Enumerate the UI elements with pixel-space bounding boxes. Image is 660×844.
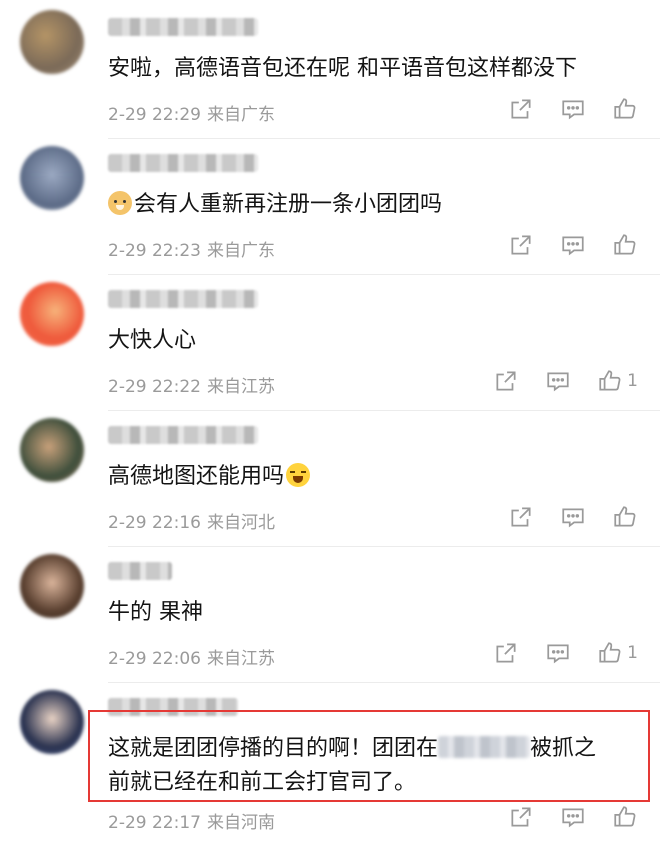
comment-text: 高德地图还能用吗 (108, 460, 640, 494)
comment-item: 会有人重新再注册一条小团团吗 2-29 22:23 来自广东 (0, 136, 660, 272)
comment-date: 2-29 22:16 (108, 513, 201, 533)
comment-text-body: 会有人重新再注册一条小团团吗 (134, 192, 443, 217)
avatar[interactable] (20, 418, 84, 482)
comment-text: 会有人重新再注册一条小团团吗 (108, 188, 640, 222)
comment-icon (547, 372, 569, 392)
comment-meta: 2-29 22:06 来自江苏 (108, 644, 275, 669)
share-icon (496, 643, 516, 663)
username-blurred[interactable] (108, 426, 258, 444)
like-icon (614, 234, 636, 255)
comment-actions: 1 (493, 368, 638, 394)
comment-date: 2-29 22:23 (108, 241, 201, 261)
like-count: 1 (627, 643, 638, 663)
share-icon (496, 371, 516, 391)
username-blurred[interactable] (108, 18, 258, 36)
share-button[interactable] (493, 640, 519, 666)
comment-item: 牛的 果神 2-29 22:06 来自江苏 1 (0, 544, 660, 680)
comment-button[interactable] (560, 804, 586, 830)
share-button[interactable] (508, 232, 534, 258)
comment-text: 大快人心 (108, 328, 197, 353)
comment-icon (562, 236, 584, 256)
username-blurred[interactable] (108, 562, 172, 580)
comment-location: 来自河南 (206, 813, 275, 833)
like-icon (614, 98, 636, 119)
like-button[interactable] (612, 232, 638, 258)
comment-button[interactable] (560, 232, 586, 258)
comment-text-body: 高德地图还能用吗 (108, 464, 285, 489)
like-icon (614, 806, 636, 827)
share-icon (511, 507, 531, 527)
comment-actions (508, 804, 638, 830)
comment-text: 安啦，高德语音包还在呢 和平语音包这样都没下 (108, 56, 577, 81)
comment-item: 高德地图还能用吗 2-29 22:16 来自河北 (0, 408, 660, 544)
comment-date: 2-29 22:17 (108, 813, 201, 833)
comment-location: 来自江苏 (206, 649, 275, 669)
comment-button[interactable] (560, 96, 586, 122)
share-button[interactable] (508, 804, 534, 830)
comment-actions (508, 232, 638, 258)
comment-date: 2-29 22:22 (108, 377, 201, 397)
comment-icon (547, 644, 569, 664)
comment-actions: 1 (493, 640, 638, 666)
comment-button[interactable] (560, 504, 586, 530)
highlight-box (88, 710, 650, 802)
share-button[interactable] (508, 504, 534, 530)
like-count: 1 (627, 371, 638, 391)
comment-actions (508, 504, 638, 530)
share-button[interactable] (493, 368, 519, 394)
like-icon (599, 370, 621, 391)
comment-location: 来自广东 (206, 105, 275, 125)
avatar[interactable] (20, 690, 84, 754)
like-button[interactable] (612, 804, 638, 830)
comment-icon (562, 100, 584, 120)
username-blurred[interactable] (108, 154, 258, 172)
like-button[interactable]: 1 (597, 640, 638, 666)
avatar[interactable] (20, 282, 84, 346)
like-button[interactable] (612, 96, 638, 122)
like-button[interactable]: 1 (597, 368, 638, 394)
comment-meta: 2-29 22:29 来自广东 (108, 100, 275, 125)
comment-button[interactable] (545, 640, 571, 666)
laugh-cry-emoji-icon (286, 463, 311, 487)
comment-location: 来自广东 (206, 241, 275, 261)
dog-emoji-icon (108, 191, 132, 215)
like-icon (599, 642, 621, 663)
comment-item: 安啦，高德语音包还在呢 和平语音包这样都没下 2-29 22:29 来自广东 (0, 0, 660, 136)
comment-location: 来自河北 (206, 513, 275, 533)
comment-meta: 2-29 22:16 来自河北 (108, 508, 275, 533)
share-icon (511, 235, 531, 255)
avatar[interactable] (20, 554, 84, 618)
comment-icon (562, 508, 584, 528)
like-icon (614, 506, 636, 527)
comment-location: 来自江苏 (206, 377, 275, 397)
comment-date: 2-29 22:06 (108, 649, 201, 669)
avatar[interactable] (20, 10, 84, 74)
comment-date: 2-29 22:29 (108, 105, 201, 125)
comment-meta: 2-29 22:23 来自广东 (108, 236, 275, 261)
like-button[interactable] (612, 504, 638, 530)
comment-item: 大快人心 2-29 22:22 来自江苏 1 (0, 272, 660, 408)
comment-icon (562, 808, 584, 828)
comment-meta: 2-29 22:22 来自江苏 (108, 372, 275, 397)
comment-button[interactable] (545, 368, 571, 394)
avatar[interactable] (20, 146, 84, 210)
share-icon (511, 99, 531, 119)
comment-meta: 2-29 22:17 来自河南 (108, 808, 275, 833)
share-button[interactable] (508, 96, 534, 122)
share-icon (511, 807, 531, 827)
comment-actions (508, 96, 638, 122)
username-blurred[interactable] (108, 290, 258, 308)
comment-text: 牛的 果神 (108, 600, 203, 625)
